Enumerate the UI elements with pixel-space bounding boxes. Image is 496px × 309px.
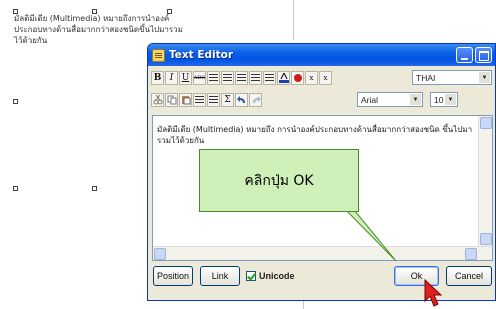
title-bar[interactable]: Text Editor	[148, 44, 495, 66]
bullet-list-button[interactable]	[263, 71, 276, 85]
instruction-callout: คลิกปุ่ม OK	[199, 149, 359, 212]
callout-text: คลิกปุ่ม OK	[244, 172, 314, 189]
indent-icon	[209, 95, 218, 105]
editor-content[interactable]: มัลติมีเดีย (Multimedia) หมายถึง การนำอง…	[157, 124, 475, 146]
highlight-icon	[293, 74, 302, 82]
vertical-scrollbar[interactable]	[478, 116, 492, 260]
font-select[interactable]: Arial ▼	[357, 92, 423, 107]
unicode-checkbox-group[interactable]: Unicode	[246, 271, 295, 281]
minimize-icon[interactable]	[456, 47, 473, 63]
sigma-button[interactable]: Σ	[221, 93, 234, 107]
maximize-icon[interactable]	[475, 47, 492, 63]
font-size-select[interactable]: 10 ▼	[430, 92, 458, 107]
outdent-icon	[195, 95, 204, 105]
highlight-button[interactable]	[291, 71, 304, 85]
language-select[interactable]: THAI ▼	[412, 70, 492, 85]
paste-icon	[181, 96, 190, 105]
paste-button[interactable]	[179, 93, 192, 107]
italic-button[interactable]: I	[165, 71, 178, 85]
unicode-label: Unicode	[259, 271, 295, 281]
text-color-icon	[278, 73, 289, 83]
align-center-icon	[223, 73, 232, 83]
position-button[interactable]: Position	[153, 266, 193, 286]
justify-button[interactable]	[249, 71, 262, 85]
language-value: THAI	[416, 72, 436, 83]
sigma-icon: Σ	[224, 94, 231, 105]
align-left-button[interactable]	[207, 71, 220, 85]
page-divider	[303, 300, 304, 309]
scroll-up-icon[interactable]	[480, 117, 492, 129]
mouse-cursor-icon	[424, 279, 443, 307]
chevron-down-icon[interactable]: ▼	[410, 94, 421, 105]
selection-handle[interactable]	[92, 186, 97, 191]
horizontal-scrollbar[interactable]	[153, 246, 492, 260]
align-center-button[interactable]	[221, 71, 234, 85]
window-title: Text Editor	[169, 49, 234, 61]
selection-handle[interactable]	[92, 9, 97, 14]
font-size-value: 10	[434, 94, 444, 105]
scroll-down-icon[interactable]	[480, 233, 492, 245]
chevron-down-icon[interactable]: ▼	[445, 94, 456, 105]
unicode-checkbox[interactable]	[246, 271, 256, 281]
redo-button[interactable]	[249, 93, 262, 107]
strikethrough-button[interactable]: ABC	[193, 71, 206, 85]
font-value: Arial	[361, 94, 379, 105]
align-left-icon	[209, 73, 218, 83]
selection-handle[interactable]	[167, 9, 172, 14]
scroll-left-icon[interactable]	[154, 248, 166, 260]
chevron-down-icon[interactable]: ▼	[479, 72, 490, 83]
page-divider	[293, 0, 294, 40]
outdent-button[interactable]	[193, 93, 206, 107]
scroll-right-icon[interactable]	[465, 248, 477, 260]
selection-handle[interactable]	[13, 99, 18, 104]
redo-icon	[252, 96, 261, 103]
bullet-list-icon	[265, 73, 274, 83]
copy-button[interactable]	[165, 93, 178, 107]
align-right-button[interactable]	[235, 71, 248, 85]
format-toolbar: B I U ABC x x	[151, 68, 333, 88]
app-icon	[152, 48, 165, 62]
undo-icon	[236, 96, 245, 103]
align-right-icon	[237, 73, 246, 83]
text-color-button[interactable]	[277, 71, 290, 85]
superscript-button[interactable]: x	[305, 71, 318, 85]
link-button[interactable]: Link	[200, 266, 240, 286]
copy-icon	[167, 95, 176, 105]
edit-toolbar: Σ	[151, 90, 263, 110]
cancel-button[interactable]: Cancel	[446, 266, 492, 286]
bold-button[interactable]: B	[151, 71, 164, 85]
underline-button[interactable]: U	[179, 71, 192, 85]
subscript-button[interactable]: x	[319, 71, 332, 85]
undo-button[interactable]	[235, 93, 248, 107]
indent-button[interactable]	[207, 93, 220, 107]
selection-handle[interactable]	[13, 186, 18, 191]
cut-icon	[153, 95, 162, 105]
justify-icon	[251, 73, 260, 83]
selection-handle[interactable]	[13, 9, 18, 14]
cut-button[interactable]	[151, 93, 164, 107]
callout-tail	[340, 205, 397, 262]
canvas-text: มัลติมีเดีย (Multimedia) หมายถึงการนำองค…	[14, 14, 183, 45]
